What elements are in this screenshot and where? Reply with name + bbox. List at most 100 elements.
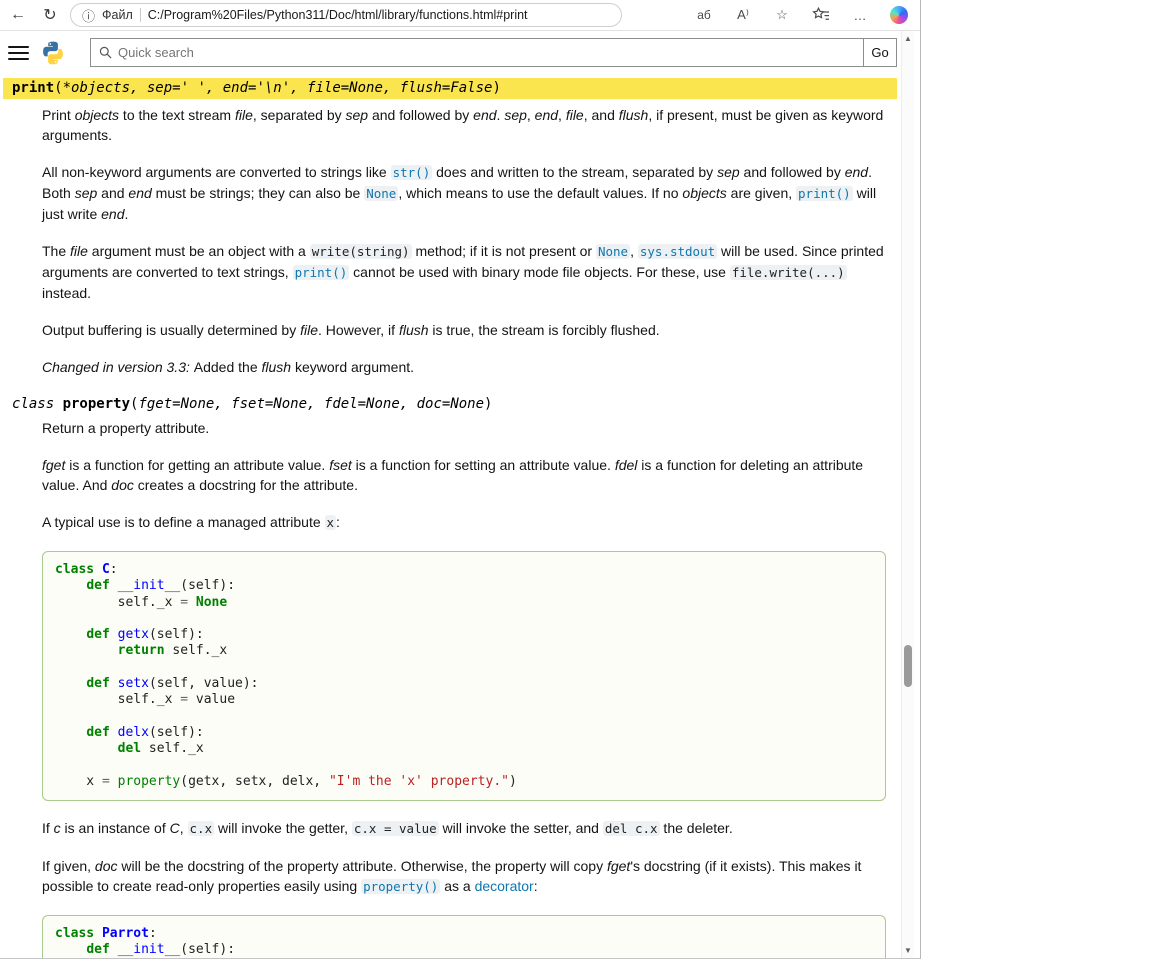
- docs-header: Go: [0, 31, 900, 73]
- inline-link[interactable]: print(): [796, 186, 853, 201]
- text-segment: =: [102, 774, 110, 789]
- doc-page: Go print(*objects, sep=' ', end='\n', fi…: [0, 31, 900, 959]
- text-segment: :: [534, 878, 538, 894]
- text-segment: class: [55, 926, 94, 941]
- version-changed-note: Changed in version 3.3: Added the flush …: [42, 357, 886, 377]
- text-segment: end: [101, 206, 124, 222]
- text-segment: Changed in version 3.3:: [42, 359, 194, 375]
- text-segment: The: [42, 243, 70, 259]
- search-input[interactable]: [118, 45, 855, 60]
- text-segment: property: [118, 774, 181, 789]
- scroll-up-arrow[interactable]: ▲: [902, 31, 914, 45]
- text-segment: del: [118, 741, 141, 756]
- favorites-hub-icon[interactable]: [810, 4, 832, 26]
- paragraph: Output buffering is usually determined b…: [42, 320, 886, 340]
- url-text[interactable]: C:/Program%20Files/Python311/Doc/html/li…: [148, 8, 528, 22]
- python-logo[interactable]: [40, 40, 66, 66]
- inline-link[interactable]: sys.stdout: [638, 244, 717, 259]
- code-example-property-decorator: class Parrot: def __init__(self): self._…: [42, 915, 886, 959]
- text-segment: keyword argument.: [291, 359, 414, 375]
- code-line: [55, 611, 873, 627]
- search-box[interactable]: [90, 38, 864, 67]
- text-segment: self._x: [55, 595, 180, 610]
- refresh-button[interactable]: ↻: [38, 3, 62, 27]
- text-segment: [55, 725, 86, 740]
- translate-icon[interactable]: аб: [693, 4, 715, 26]
- text-segment: sep: [717, 164, 740, 180]
- text-segment: Parrot: [102, 926, 149, 941]
- text-segment: self._x: [55, 692, 180, 707]
- back-button[interactable]: ←: [6, 3, 30, 27]
- text-segment: objects: [75, 107, 119, 123]
- text-segment: fset: [329, 457, 352, 473]
- text-segment: instead.: [42, 285, 91, 301]
- address-bar[interactable]: ⓘ Файл C:/Program%20Files/Python311/Doc/…: [70, 3, 622, 27]
- scroll-down-arrow[interactable]: ▼: [902, 943, 914, 957]
- search-go-button[interactable]: Go: [863, 38, 897, 67]
- text-segment: file.write(...): [730, 265, 847, 280]
- text-segment: flush: [399, 322, 429, 338]
- code-line: [55, 758, 873, 774]
- text-segment: is an instance of: [61, 820, 170, 836]
- scrollbar-thumb[interactable]: [904, 645, 912, 687]
- print-definition: print(*objects, sep=' ', end='\n', file=…: [0, 78, 900, 377]
- inline-link[interactable]: decorator: [475, 878, 534, 894]
- property-signature: class property(fget=None, fset=None, fde…: [12, 396, 900, 412]
- code-line: def getx(self):: [55, 627, 873, 643]
- text-segment: must be strings; they can also be: [152, 185, 364, 201]
- inline-link[interactable]: str(): [391, 165, 433, 180]
- print-signature: print(*objects, sep=' ', end='\n', file=…: [3, 78, 897, 99]
- text-segment: return: [118, 643, 165, 658]
- text-segment: Return a property attribute.: [42, 420, 209, 436]
- inline-link[interactable]: print(): [293, 265, 350, 280]
- text-segment: will invoke the setter, and: [439, 820, 603, 836]
- text-segment: end: [535, 107, 558, 123]
- text-segment: C: [102, 562, 110, 577]
- text-segment: [55, 942, 86, 957]
- code-line: self._x = value: [55, 692, 873, 708]
- text-segment: ): [509, 774, 517, 789]
- text-segment: sep: [75, 185, 98, 201]
- text-segment: end: [128, 185, 151, 201]
- text-segment: del c.x: [603, 821, 660, 836]
- text-segment: Added the: [194, 359, 262, 375]
- inline-link[interactable]: None: [364, 186, 398, 201]
- text-segment: ,: [180, 820, 188, 836]
- text-segment: and followed by: [368, 107, 473, 123]
- file-scheme-label: Файл: [102, 8, 133, 22]
- text-segment: [110, 676, 118, 691]
- menu-icon[interactable]: [8, 46, 29, 60]
- text-segment: end: [473, 107, 496, 123]
- text-segment: ): [492, 80, 500, 96]
- browser-window: ← ↻ ⓘ Файл C:/Program%20Files/Python311/…: [0, 0, 921, 959]
- text-segment: (self, value):: [149, 676, 259, 691]
- info-icon[interactable]: ⓘ: [82, 6, 95, 25]
- text-segment: [55, 643, 118, 658]
- text-segment: file: [566, 107, 584, 123]
- code-example-property-class-c: class C: def __init__(self): self._x = N…: [42, 551, 886, 801]
- inline-link[interactable]: property(): [361, 879, 440, 894]
- text-segment: flush: [262, 359, 292, 375]
- text-segment: class: [55, 562, 94, 577]
- text-segment: [55, 676, 86, 691]
- text-segment: def: [86, 676, 109, 691]
- inline-link[interactable]: None: [596, 244, 630, 259]
- favorites-star-icon[interactable]: ☆: [771, 4, 793, 26]
- settings-more-icon[interactable]: …: [849, 4, 871, 26]
- code-line: class C:: [55, 562, 873, 578]
- text-segment: is a function for getting an attribute v…: [65, 457, 329, 473]
- text-segment: :: [110, 562, 118, 577]
- page-scrollbar[interactable]: ▲ ▼: [901, 31, 914, 959]
- text-segment: :: [336, 514, 340, 530]
- text-segment: =: [180, 692, 188, 707]
- text-segment: and followed by: [740, 164, 845, 180]
- copilot-icon[interactable]: [888, 4, 910, 26]
- text-segment: .: [124, 206, 128, 222]
- text-segment: [94, 562, 102, 577]
- browser-toolbar: ← ↻ ⓘ Файл C:/Program%20Files/Python311/…: [0, 0, 920, 31]
- text-segment: def: [86, 942, 109, 957]
- text-segment: will be the docstring of the property at…: [118, 858, 607, 874]
- text-segment: file: [300, 322, 318, 338]
- read-aloud-icon[interactable]: A⁾: [732, 4, 754, 26]
- text-segment: self._x: [141, 741, 204, 756]
